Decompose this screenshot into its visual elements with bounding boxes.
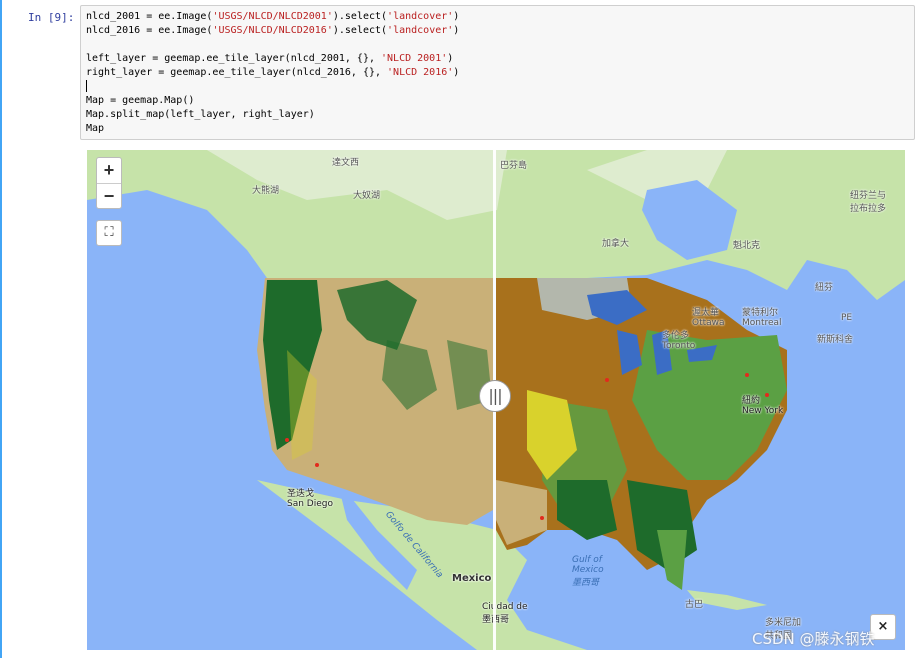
zoom-out-button[interactable]: − xyxy=(97,183,121,209)
split-handle[interactable]: ||| xyxy=(479,380,511,412)
code-line[interactable] xyxy=(86,38,909,52)
code-line[interactable] xyxy=(86,80,909,94)
map-label-labrador: 纽芬兰与 拉布拉多 xyxy=(850,191,887,214)
zoom-control: + − xyxy=(96,157,122,209)
map-label-baffin: 巴芬島 xyxy=(500,161,528,171)
map-label-gulf-mexico: Gulf of Mexico 墨西哥 xyxy=(572,555,604,588)
map-label-ottawa: 渥太華 Ottawa xyxy=(692,308,725,328)
map-label-toronto: 多伦多 Toronto xyxy=(662,331,696,351)
code-line[interactable]: right_layer = geemap.ee_tile_layer(nlcd_… xyxy=(86,66,909,80)
map-label-newfoundland: 紐芬 xyxy=(815,283,834,293)
code-line[interactable]: Map.split_map(left_layer, right_layer) xyxy=(86,108,909,122)
code-editor[interactable]: nlcd_2001 = ee.Image('USGS/NLCD/NLCD2001… xyxy=(80,5,915,140)
code-line[interactable]: nlcd_2016 = ee.Image('USGS/NLCD/NLCD2016… xyxy=(86,24,909,38)
cell-prompt: In [9]: xyxy=(28,11,75,24)
map-label-mexico: Mexico xyxy=(452,573,492,584)
code-line[interactable]: Map xyxy=(86,122,909,136)
cell-selection-bar xyxy=(0,0,2,658)
code-line[interactable]: Map = geemap.Map() xyxy=(86,94,909,108)
map-label-san-diego: 圣迭戈 San Diego xyxy=(287,489,333,509)
map-label-ns: 新斯科舍 xyxy=(817,335,854,345)
map-label-canada: 加拿大 xyxy=(602,239,630,249)
map-label-great-bear: 大熊湖 xyxy=(252,186,280,196)
map-label-north: 達文西 xyxy=(332,158,360,168)
code-line[interactable]: left_layer = geemap.ee_tile_layer(nlcd_2… xyxy=(86,52,909,66)
map-label-mexico-city: Ciudad de 墨西哥 xyxy=(482,602,528,625)
map-label-pe: PE xyxy=(841,313,853,323)
code-line[interactable]: nlcd_2001 = ee.Image('USGS/NLCD/NLCD2001… xyxy=(86,10,909,24)
map-label-quebec: 魁北克 xyxy=(733,241,761,251)
watermark: CSDN @滕永钢铁 xyxy=(752,630,875,648)
map-label-new-york: 紐約 New York xyxy=(742,396,784,416)
fullscreen-button[interactable]: ⛶ xyxy=(96,220,122,246)
map-label-montreal: 蒙特利尔 Montreal xyxy=(742,308,782,328)
map-label-great-slave: 大奴湖 xyxy=(353,191,381,201)
text-cursor xyxy=(86,80,87,92)
map-label-cuba: 古巴 xyxy=(685,600,704,610)
zoom-in-button[interactable]: + xyxy=(97,158,121,183)
